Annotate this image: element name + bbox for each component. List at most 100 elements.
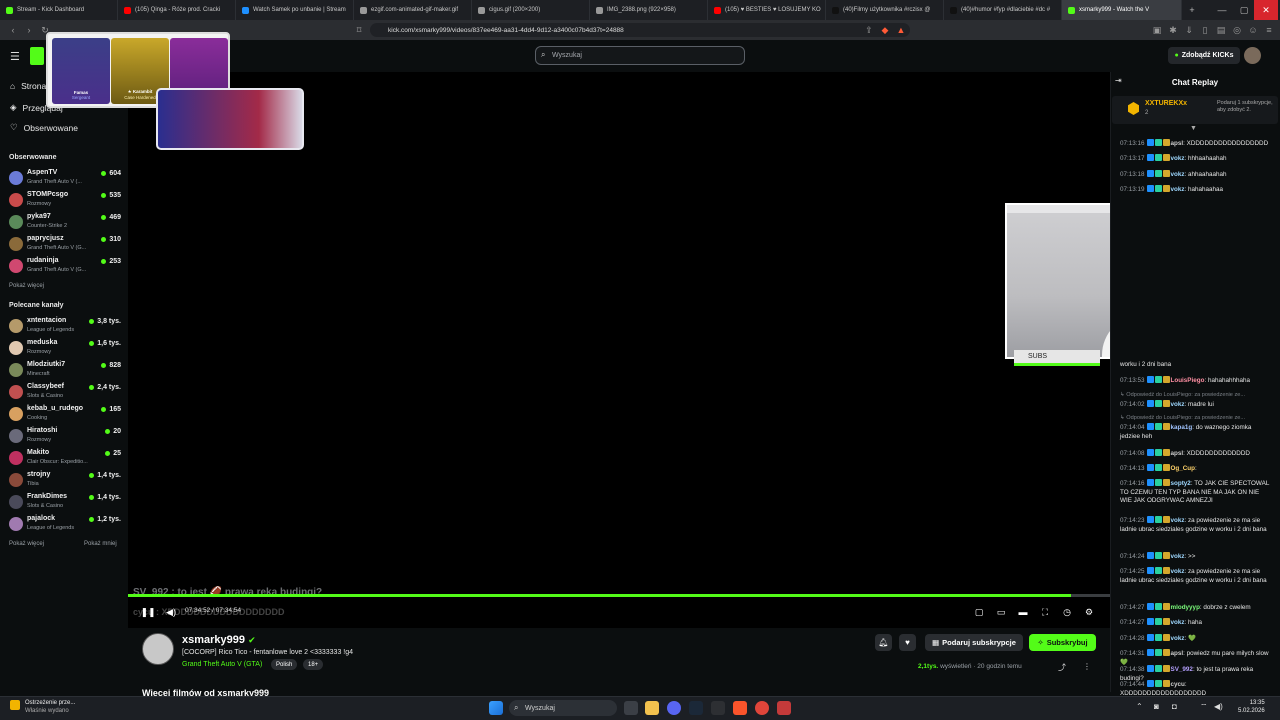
- channel-list-item[interactable]: rudaninja Grand Theft Auto V (G... 253: [9, 257, 121, 279]
- user-avatar[interactable]: [1244, 47, 1261, 64]
- browser-tab[interactable]: cigus.gif (200×200): [472, 0, 590, 20]
- channel-name[interactable]: xsmarky999 ✔: [182, 634, 256, 646]
- expand-pinned-icon[interactable]: ▼: [1190, 125, 1197, 132]
- chat-username[interactable]: vokz: [1171, 553, 1185, 560]
- profile-icon[interactable]: ☺: [1246, 23, 1260, 37]
- tag-age[interactable]: 18+: [303, 659, 324, 670]
- channel-list-item[interactable]: pajalock League of Legends 1,2 tys.: [9, 515, 121, 537]
- share-icon[interactable]: ⇪: [862, 23, 876, 37]
- followed-show-more[interactable]: Pokaż więcej: [9, 283, 44, 289]
- system-clock[interactable]: 13:35 5.02.2026: [1238, 699, 1265, 715]
- tray-app-icon[interactable]: ◙: [1154, 702, 1159, 711]
- channel-list-item[interactable]: Hiratoshi Rozmowy 20: [9, 427, 121, 449]
- gift-subscription-button[interactable]: ▦ Podaruj subskrypcje: [925, 634, 1023, 651]
- tray-chevron-icon[interactable]: ⌃: [1136, 702, 1143, 711]
- back-icon[interactable]: ‹: [6, 23, 20, 37]
- chat-username[interactable]: vokz: [1171, 186, 1185, 193]
- channel-list-item[interactable]: paprycjusz Grand Theft Auto V (G... 310: [9, 235, 121, 257]
- pip-icon[interactable]: ▭: [994, 605, 1008, 619]
- steam-icon[interactable]: [689, 701, 703, 715]
- channel-list-item[interactable]: STOMPcsgo Rozmowy 535: [9, 191, 121, 213]
- editor-icon[interactable]: [777, 701, 791, 715]
- browser-tab[interactable]: ezgif.com-animated-gif-maker.gif: [354, 0, 472, 20]
- browser-tab[interactable]: (40)Filmy użytkownika #rczisx @: [826, 0, 944, 20]
- channel-list-item[interactable]: xntentacion League of Legends 3,8 tys.: [9, 317, 121, 339]
- network-icon[interactable]: ⌔: [1200, 702, 1208, 712]
- browser-tab[interactable]: (40)#humor #fyp #dlaciebie #dc #: [944, 0, 1062, 20]
- channel-list-item[interactable]: meduska Rozmowy 1,6 tys.: [9, 339, 121, 361]
- chat-username[interactable]: apsl: [1171, 140, 1184, 147]
- chat-username[interactable]: vokz: [1171, 517, 1185, 524]
- subscribe-button[interactable]: ✧ Subskrybuj: [1029, 634, 1096, 651]
- chat-username[interactable]: mlodyyyp: [1171, 604, 1200, 611]
- chat-username[interactable]: vokz: [1171, 568, 1185, 575]
- chat-username[interactable]: SV_992: [1171, 666, 1193, 673]
- chat-username[interactable]: vokz: [1171, 401, 1185, 408]
- chat-username[interactable]: vokz: [1171, 155, 1185, 162]
- notification-bell-button[interactable]: 🔔︎: [875, 634, 892, 651]
- seek-bar[interactable]: [128, 594, 1110, 597]
- more-options-icon[interactable]: ⋮: [1083, 662, 1091, 671]
- browser-tab[interactable]: (105) Qinga - Róże prod. Cracki: [118, 0, 236, 20]
- sidebar-toggle-icon[interactable]: ▯: [1198, 23, 1212, 37]
- forward-icon[interactable]: ›: [22, 23, 36, 37]
- tag-language[interactable]: Polish: [271, 659, 298, 670]
- channel-list-item[interactable]: strojny Tibia 1,4 tys.: [9, 471, 121, 493]
- sidebar-nav-following[interactable]: ♡ Obserwowane: [10, 122, 78, 133]
- browser-tab[interactable]: Stream - Kick Dashboard: [0, 0, 118, 20]
- video-player[interactable]: [128, 72, 1110, 628]
- channel-list-item[interactable]: kebab_u_rudego Cooking 165: [9, 405, 121, 427]
- new-tab-icon[interactable]: +: [1180, 0, 1204, 20]
- pause-icon[interactable]: ❚❚: [140, 605, 155, 619]
- url-field[interactable]: kick.com/xsmarky999/videos/837ee469-aa31…: [370, 23, 910, 37]
- recommended-show-more[interactable]: Pokaż więcej: [9, 541, 44, 547]
- browser-tab[interactable]: Watch Samek po unbanie | Stream: [236, 0, 354, 20]
- volume-icon[interactable]: ◀): [1214, 702, 1223, 711]
- recording-app-icon[interactable]: [755, 701, 769, 715]
- hamburger-icon[interactable]: ☰: [10, 50, 20, 63]
- app-icon[interactable]: [711, 701, 725, 715]
- chat-username[interactable]: vokz: [1171, 635, 1185, 642]
- chat-username[interactable]: sopty2: [1171, 480, 1191, 487]
- channel-list-item[interactable]: Makito Clair Obscur: Expeditio... 25: [9, 449, 121, 471]
- notification-widget[interactable]: Ostrzeżenie prze... Właśnie wydano: [8, 699, 75, 715]
- speed-icon[interactable]: ◷: [1060, 605, 1074, 619]
- menu-icon[interactable]: ≡: [1262, 23, 1276, 37]
- puzzle-icon[interactable]: ✱: [1166, 23, 1180, 37]
- taskbar-search[interactable]: ⌕ Wyszukaj: [509, 700, 617, 716]
- brave-shield-icon[interactable]: ◆: [878, 23, 892, 37]
- channel-list-item[interactable]: pyka97 Counter-Strike 2 469: [9, 213, 121, 235]
- chat-username[interactable]: kapa1g: [1171, 424, 1193, 431]
- settings-icon[interactable]: ⚙: [1082, 605, 1096, 619]
- get-kicks-button[interactable]: ● Zdobądź KICKs: [1168, 47, 1240, 64]
- browser-tab[interactable]: xsmarky999 - Watch the V: [1062, 0, 1182, 20]
- channel-list-item[interactable]: Mlodziutki7 Minecraft 828: [9, 361, 121, 383]
- theater-icon[interactable]: ▬: [1016, 605, 1030, 619]
- extension-icon[interactable]: ▣: [1150, 23, 1164, 37]
- maximize-icon[interactable]: ▢: [1232, 0, 1256, 20]
- chat-username[interactable]: vokz: [1171, 619, 1185, 626]
- share-icon[interactable]: ⤴: [1058, 662, 1066, 673]
- discord-icon[interactable]: [667, 701, 681, 715]
- vpn-icon[interactable]: ◎: [1230, 23, 1244, 37]
- rewards-icon[interactable]: ▲: [894, 23, 908, 37]
- close-icon[interactable]: ✕: [1254, 0, 1278, 20]
- brave-icon[interactable]: [733, 701, 747, 715]
- clip-icon[interactable]: ▢: [972, 605, 986, 619]
- chat-username[interactable]: cycu: [1171, 681, 1185, 688]
- browser-tab[interactable]: (105) ♥ BESTIES ♥ LOSUJEMY KO: [708, 0, 826, 20]
- bookmark-icon[interactable]: ⌑: [352, 23, 366, 37]
- channel-list-item[interactable]: AspenTV Grand Theft Auto V (... 604: [9, 169, 121, 191]
- stream-category[interactable]: Grand Theft Auto V (GTA): [182, 661, 262, 668]
- chat-username[interactable]: apsl: [1171, 450, 1184, 457]
- chat-username[interactable]: apsl: [1171, 650, 1184, 657]
- task-view-icon[interactable]: [624, 701, 638, 715]
- follow-button[interactable]: ♥: [899, 634, 916, 651]
- minimize-icon[interactable]: —: [1210, 0, 1234, 20]
- file-explorer-icon[interactable]: [645, 701, 659, 715]
- download-icon[interactable]: ⇓: [1182, 23, 1196, 37]
- fullscreen-icon[interactable]: ⛶: [1038, 605, 1052, 619]
- channel-avatar[interactable]: [142, 633, 174, 665]
- volume-icon[interactable]: ◀): [164, 605, 178, 619]
- search-input[interactable]: ⌕ Wyszukaj: [535, 46, 745, 65]
